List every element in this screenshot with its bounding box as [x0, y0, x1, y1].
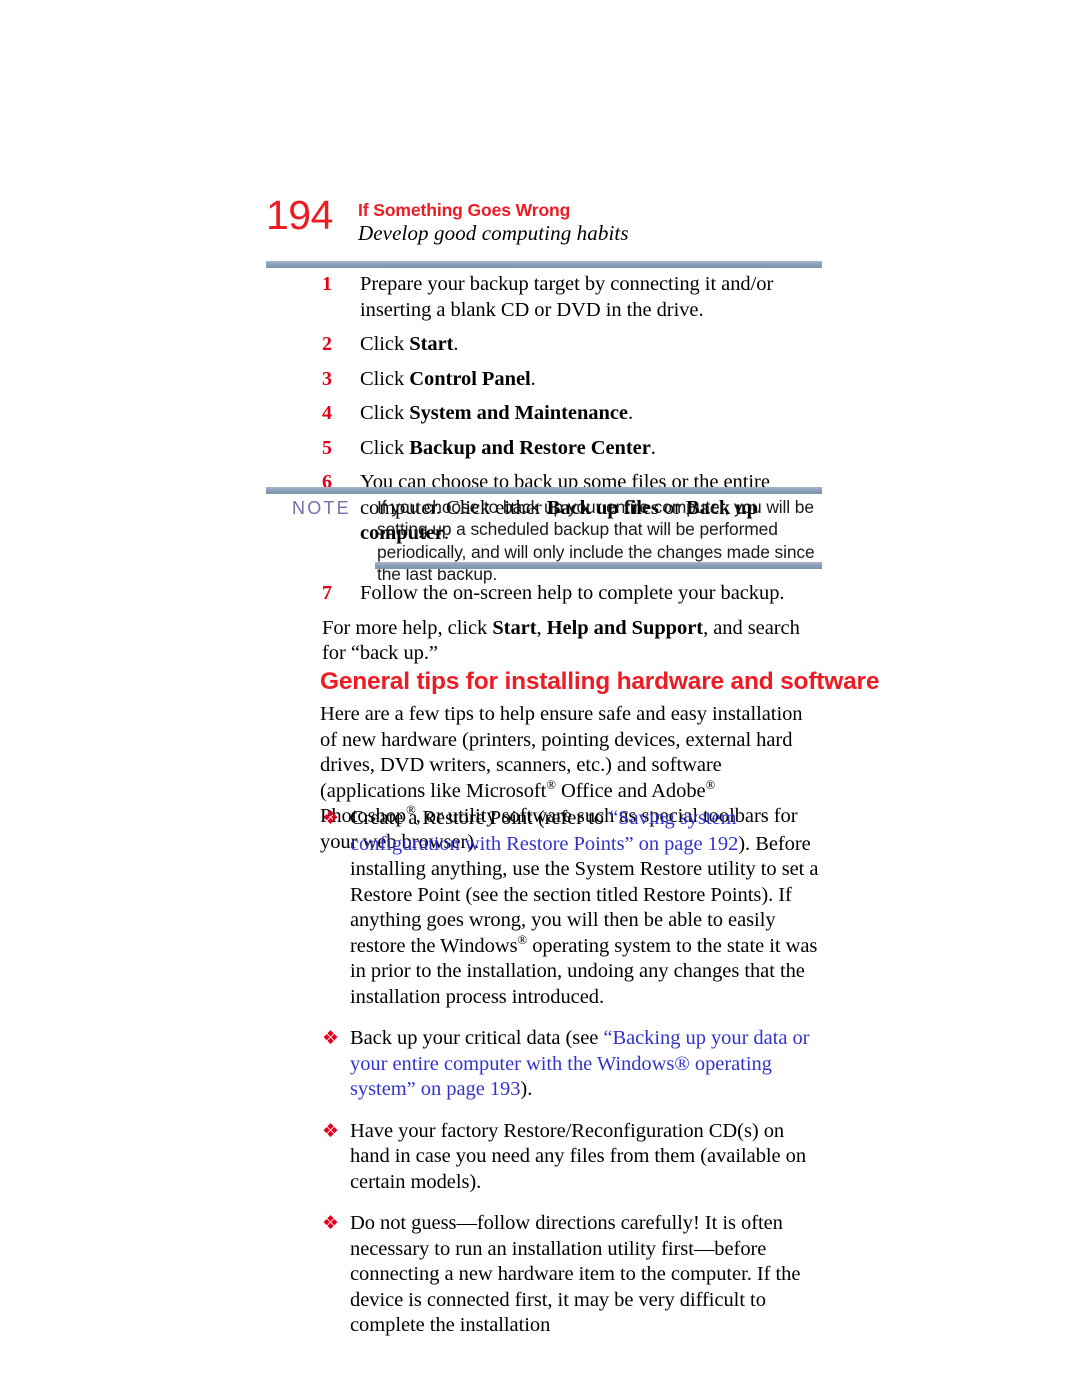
step-number: 3 [322, 367, 332, 390]
section-subtitle: Develop good computing habits [358, 221, 629, 245]
list-item: 4 Click System and Maintenance. [266, 401, 826, 427]
more-help-mid: , [536, 616, 547, 639]
step-number: 7 [322, 582, 332, 604]
list-item: 1 Prepare your backup target by connecti… [266, 272, 826, 323]
list-item: 5 Click Backup and Restore Center. [266, 436, 826, 462]
list-item: ❖ Back up your critical data (see “Backi… [266, 1026, 826, 1103]
step-text-emphasis: Start [409, 333, 454, 355]
post-note-content: 7 Follow the on-screen help to complete … [266, 581, 826, 667]
intro-text-part2: Office and Adobe [555, 779, 706, 802]
step-number: 2 [322, 333, 332, 355]
step-text-suffix: . [453, 333, 459, 355]
bullet-text-part1: Have your factory Restore/Reconfiguratio… [350, 1119, 807, 1193]
tips-bullet-list: ❖ Create a Restore Point (refer to “Savi… [266, 806, 826, 1355]
list-item: ❖ Do not guess—follow directions careful… [266, 1211, 826, 1339]
step-text-suffix: . [650, 436, 656, 459]
list-item: ❖ Have your factory Restore/Reconfigurat… [266, 1119, 826, 1196]
step-text-emphasis: System and Maintenance [409, 402, 628, 424]
note-body-text: If you choose to back up your entire com… [377, 497, 815, 585]
registered-trademark-icon: ® [705, 777, 716, 792]
floret-bullet-icon: ❖ [322, 1119, 339, 1142]
note-top-divider [266, 487, 822, 494]
list-item: ❖ Create a Restore Point (refer to “Savi… [266, 806, 826, 1010]
bullet-text-part1: Back up your critical data (see [350, 1027, 604, 1049]
section-heading: General tips for installing hardware and… [320, 668, 880, 695]
manual-page: 194 If Something Goes Wrong Develop good… [0, 0, 1080, 1397]
list-item: 3 Click Control Panel. [266, 367, 826, 393]
step-number: 1 [322, 273, 332, 295]
step-text: Follow the on-screen help to complete yo… [360, 582, 785, 604]
more-help-prefix: For more help, click [322, 616, 493, 639]
step-text-prefix: Click [360, 402, 410, 424]
header-divider [266, 261, 822, 268]
more-help-emphasis: Help and Support [546, 616, 704, 639]
step-text-prefix: Click [360, 333, 410, 355]
floret-bullet-icon: ❖ [322, 807, 339, 829]
floret-bullet-icon: ❖ [322, 1212, 339, 1234]
step-text-suffix: . [627, 402, 634, 424]
bullet-text-part1: Do not guess—follow directions carefully… [350, 1212, 801, 1336]
bullet-text-part2: ). [520, 1078, 533, 1100]
more-help-emphasis: Start [492, 616, 537, 639]
list-item: 2 Click Start. [266, 332, 826, 358]
bullet-text-part1: Create a Restore Point (refer to [350, 807, 610, 829]
step-text: Prepare your backup target by connecting… [360, 273, 774, 321]
step-text-prefix: Click [360, 367, 410, 390]
note-callout: NOTE If you choose to back up your entir… [266, 494, 822, 584]
page-number: 194 [266, 192, 333, 238]
registered-trademark-icon: ® [546, 777, 556, 792]
step-text-prefix: Click [360, 436, 410, 459]
floret-bullet-icon: ❖ [322, 1027, 339, 1049]
more-help-paragraph: For more help, click Start, Help and Sup… [266, 616, 826, 667]
step-text-emphasis: Control Panel [409, 367, 531, 390]
step-text-suffix: . [530, 367, 536, 390]
chapter-title: If Something Goes Wrong [358, 200, 571, 220]
note-bottom-divider [375, 562, 822, 569]
page-header: 194 If Something Goes Wrong Develop good… [266, 193, 822, 255]
registered-trademark-icon: ® [517, 932, 528, 947]
list-item: 7 Follow the on-screen help to complete … [266, 581, 826, 607]
note-label: NOTE [292, 498, 351, 518]
step-number: 4 [322, 402, 332, 424]
header-titles: If Something Goes Wrong Develop good com… [358, 200, 629, 246]
step-number: 5 [322, 436, 332, 459]
step-text-emphasis: Backup and Restore Center [409, 436, 651, 459]
